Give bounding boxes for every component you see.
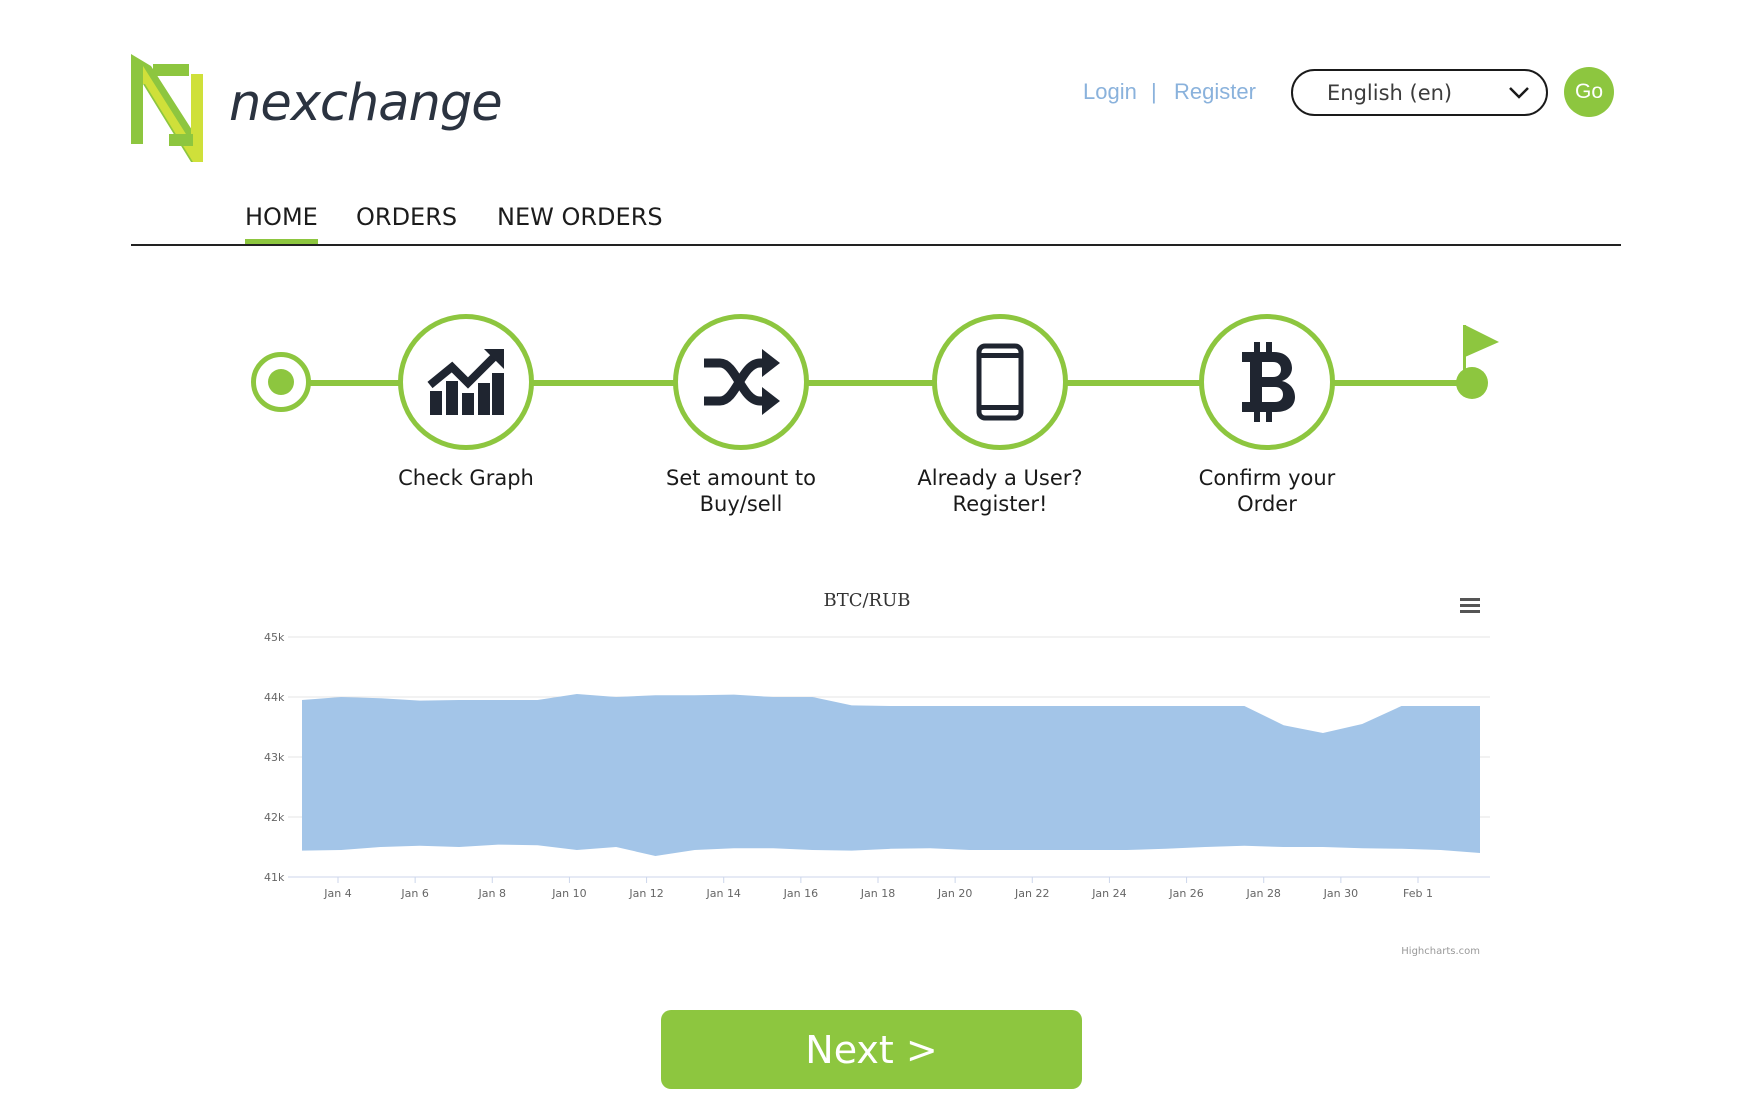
y-tick-label: 41k: [264, 871, 285, 884]
step-check-graph[interactable]: [398, 314, 534, 450]
btc-rub-area-series: [302, 694, 1480, 856]
x-tick-label: Jan 10: [551, 887, 586, 900]
step-confirm-order[interactable]: [1199, 314, 1335, 450]
language-select[interactable]: English (en): [1291, 69, 1548, 116]
nav-home[interactable]: HOME: [245, 203, 318, 244]
x-tick-label: Feb 1: [1403, 887, 1433, 900]
nav-orders[interactable]: ORDERS: [356, 203, 457, 244]
x-tick-label: Jan 20: [937, 887, 972, 900]
bitcoin-icon: [1242, 342, 1295, 422]
chart-growth-icon: [427, 349, 504, 415]
mobile-phone-icon: [976, 343, 1024, 421]
x-tick-label: Jan 14: [705, 887, 740, 900]
main-nav: HOME ORDERS NEW ORDERS: [131, 195, 1621, 246]
x-tick-label: Jan 4: [323, 887, 351, 900]
x-tick-label: Jan 16: [783, 887, 818, 900]
x-tick-label: Jan 6: [400, 887, 428, 900]
step-label: Check Graph: [398, 466, 534, 490]
shuffle-icon: [704, 349, 780, 415]
y-tick-label: 42k: [264, 811, 285, 824]
nexchange-logo-icon[interactable]: [131, 54, 241, 162]
register-link[interactable]: Register: [1174, 79, 1256, 105]
chart-title: BTC/RUB: [823, 590, 911, 611]
brand-name: nexchange: [229, 74, 503, 133]
x-tick-label: Jan 22: [1014, 887, 1049, 900]
login-link[interactable]: Login: [1083, 79, 1137, 105]
auth-separator: |: [1151, 79, 1157, 104]
nav-new-orders[interactable]: NEW ORDERS: [497, 203, 663, 244]
x-tick-label: Jan 12: [628, 887, 663, 900]
next-button[interactable]: Next >: [661, 1010, 1082, 1089]
step-label: Already a User? Register!: [917, 466, 1083, 516]
y-tick-label: 43k: [264, 751, 285, 764]
chart-plot: 41k 42k 43k 44k 45k Jan 4 Jan 6 Jan 8 Jan 10 Jan …: [264, 631, 1490, 900]
y-tick-label: 45k: [264, 631, 285, 644]
x-tick-label: Jan 30: [1323, 887, 1358, 900]
x-tick-label: Jan 28: [1245, 887, 1280, 900]
x-tick-label: Jan 18: [860, 887, 895, 900]
chart-credits-link[interactable]: Highcharts.com: [1401, 946, 1480, 957]
step-set-amount[interactable]: [673, 314, 809, 450]
x-tick-label: Jan 8: [478, 887, 506, 900]
finish-flag-icon: [1463, 325, 1499, 373]
x-tick-label: Jan 26: [1168, 887, 1203, 900]
progress-start-marker: [251, 352, 311, 412]
go-button[interactable]: Go: [1564, 67, 1614, 117]
y-tick-label: 44k: [264, 691, 285, 704]
step-label: Confirm your Order: [1198, 466, 1336, 516]
step-label: Set amount to Buy/sell: [666, 466, 816, 516]
x-tick-label: Jan 24: [1091, 887, 1126, 900]
language-select-value: English (en): [1327, 80, 1453, 105]
chevron-down-icon: [1509, 87, 1529, 99]
chart-menu-icon[interactable]: [1460, 598, 1480, 614]
btc-rub-chart: 41k 42k 43k 44k 45k Jan 4 Jan 6 Jan 8 Jan 10 Jan …: [240, 580, 1500, 960]
step-register[interactable]: [932, 314, 1068, 450]
